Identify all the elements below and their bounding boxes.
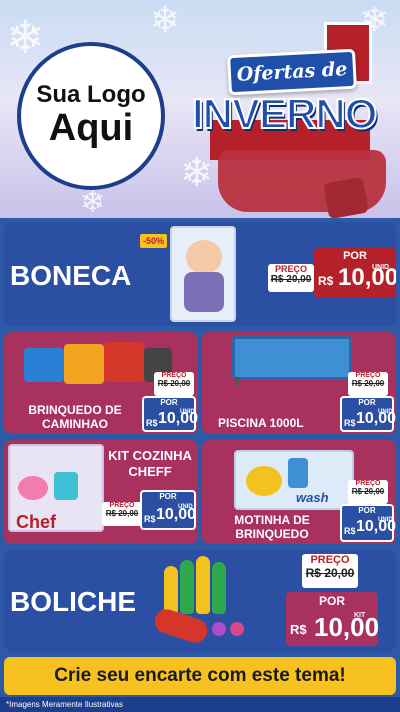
unit-label: KIT <box>354 612 366 619</box>
currency: R$ <box>290 622 307 637</box>
currency: R$ <box>146 418 158 428</box>
unit-label: UNID <box>180 409 195 415</box>
old-price: R$ 20,00 <box>305 566 355 580</box>
logo-placeholder: Sua Logo Aqui <box>17 42 165 190</box>
new-price-label: POR <box>358 506 376 515</box>
product-name: MOTINHA DE BRINQUEDO <box>234 513 310 541</box>
unit-label: UNID <box>178 504 193 510</box>
currency: R$ <box>344 418 356 428</box>
product-name: PISCINA 1000L <box>218 416 304 430</box>
new-price-tag: POR R$ 10,00 UNID <box>140 490 196 530</box>
product-name: KIT COZINHA CHEFF <box>108 448 192 479</box>
new-price-label: POR <box>159 492 177 501</box>
kitchen-kit-product-image: Chef <box>8 444 104 532</box>
old-price: R$ 20,00 <box>270 274 312 285</box>
currency: R$ <box>344 526 356 536</box>
snowflake-icon: ❄ <box>180 150 214 196</box>
doll-product-image <box>170 226 236 322</box>
product-card-boliche[interactable]: BOLICHE PREÇO R$ 20,00 POR R$ 10,00 KIT <box>4 550 396 652</box>
old-price-tag: PREÇO R$ 20,00 <box>348 372 388 396</box>
campaign-subtitle: Ofertas de <box>227 48 357 96</box>
product-name: BOLICHE <box>10 586 136 617</box>
new-price: 10,00 <box>314 612 380 642</box>
currency: R$ <box>318 274 334 288</box>
scarf-decoration <box>323 176 369 218</box>
toy-motorbike-product-image: wash <box>234 450 354 510</box>
old-price: R$ 20,00 <box>351 379 385 388</box>
old-price-label: PREÇO <box>355 480 381 487</box>
new-price-tag: POR R$ 10,00 UNID <box>340 396 396 432</box>
old-price-tag: PREÇO R$ 20,00 <box>102 502 142 526</box>
box-brand-text: wash <box>296 490 329 505</box>
unit-label: UNID <box>372 264 390 271</box>
logo-text-line2: Aqui <box>48 107 134 150</box>
old-price-label: PREÇO <box>161 372 187 379</box>
old-price-tag: PREÇO R$ 20,00 <box>348 480 388 504</box>
new-price-label: POR <box>160 398 178 407</box>
old-price: R$ 20,00 <box>105 509 139 518</box>
pool-product-image <box>232 336 352 385</box>
currency: R$ <box>144 514 156 524</box>
product-name: BONECA <box>10 260 132 291</box>
new-price-tag: POR R$ 10,00 UNID <box>142 396 198 432</box>
new-price-label: POR <box>343 250 367 262</box>
logo-text-line1: Sua Logo <box>36 80 146 108</box>
old-price-label: PREÇO <box>355 372 381 379</box>
old-price-label: PREÇO <box>310 554 350 566</box>
unit-label: UNID <box>378 409 393 415</box>
new-price-tag: POR R$ 10,00 KIT <box>286 592 380 646</box>
bowling-set-product-image <box>150 554 250 648</box>
product-card-boneca[interactable]: BONECA -50% PREÇO R$ 20,00 POR R$ 10,00 … <box>4 222 396 326</box>
truck-product-image <box>18 336 174 396</box>
header-banner: ❄ ❄ ❄ ❄ ❄ ❄ Sua Logo Aqui Ofertas de INV… <box>0 0 400 218</box>
old-price-tag: PREÇO R$ 20,00 <box>268 264 314 292</box>
new-price-label: POR <box>358 398 376 407</box>
new-price-tag: POR R$ 10,00 UNID <box>340 504 396 542</box>
snowflake-icon: ❄ <box>150 0 181 41</box>
old-price-tag: PREÇO R$ 20,00 <box>302 554 358 588</box>
old-price: R$ 20,00 <box>157 379 191 388</box>
product-card-motinha[interactable]: wash MOTINHA DE BRINQUEDO PREÇO R$ 20,00… <box>202 440 396 544</box>
campaign-title: INVERNO <box>191 89 378 138</box>
cta-banner[interactable]: Crie seu encarte com este tema! <box>4 657 396 695</box>
new-price-tag: POR R$ 10,00 UNID <box>314 248 396 298</box>
product-card-piscina[interactable]: PISCINA 1000L PREÇO R$ 20,00 POR R$ 10,0… <box>202 332 396 434</box>
box-brand-text: Chef <box>16 512 56 532</box>
discount-badge: -50% <box>140 234 168 248</box>
unit-label: UNID <box>378 517 393 523</box>
product-name: BRINQUEDO DE CAMINHAO <box>28 403 122 431</box>
old-price-label: PREÇO <box>109 502 135 509</box>
snowflake-icon: ❄ <box>6 10 45 64</box>
product-card-kit-cozinha[interactable]: Chef KIT COZINHA CHEFF PREÇO R$ 20,00 PO… <box>4 440 198 544</box>
old-price: R$ 20,00 <box>351 487 385 496</box>
footer-disclaimer: *Imagens Meramente Ilustrativas <box>0 697 400 712</box>
old-price-tag: PREÇO R$ 20,00 <box>154 372 194 396</box>
product-card-caminhao[interactable]: BRINQUEDO DE CAMINHAO PREÇO R$ 20,00 POR… <box>4 332 198 434</box>
old-price-label: PREÇO <box>274 264 307 274</box>
new-price-label: POR <box>318 594 345 608</box>
